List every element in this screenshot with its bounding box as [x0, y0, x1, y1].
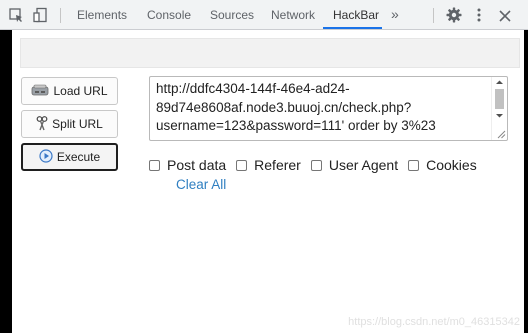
- url-line: 89d74e8608af.node3.buuoj.cn/check.php?: [156, 99, 412, 115]
- tab-console[interactable]: Console: [147, 0, 191, 30]
- execute-icon: [39, 148, 53, 166]
- scroll-up-arrow-icon: [496, 80, 503, 84]
- load-url-icon: [31, 84, 49, 99]
- active-tab-indicator: [323, 27, 382, 29]
- split-url-icon: [36, 115, 48, 134]
- url-text: http://ddfc4304-144f-46e4-ad24- 89d74e860…: [156, 80, 486, 136]
- url-line: username=123&password=111' order by 3%23: [156, 118, 436, 133]
- resize-grip-icon: [497, 130, 506, 139]
- close-icon[interactable]: [499, 9, 511, 27]
- post-data-checkbox[interactable]: [149, 159, 160, 171]
- options-row: Post data Referer User Agent Cookies: [149, 156, 487, 174]
- scroll-down-arrow-icon: [496, 114, 503, 118]
- tab-hackbar[interactable]: HackBar: [333, 0, 379, 30]
- load-url-label: Load URL: [53, 84, 108, 98]
- post-data-label[interactable]: Post data: [167, 157, 226, 173]
- hackbar-menu-strip: [20, 38, 520, 68]
- user-agent-checkbox[interactable]: [310, 159, 322, 171]
- settings-gear-icon[interactable]: [446, 7, 462, 28]
- execute-button[interactable]: Execute: [21, 143, 118, 171]
- url-line: http://ddfc4304-144f-46e4-ad24-: [156, 81, 350, 96]
- referer-label[interactable]: Referer: [254, 157, 301, 173]
- right-panel-edge: [524, 30, 528, 333]
- split-url-label: Split URL: [52, 117, 103, 131]
- more-menu-icon[interactable]: [476, 8, 482, 27]
- load-url-button[interactable]: Load URL: [21, 77, 118, 105]
- url-textarea[interactable]: http://ddfc4304-144f-46e4-ad24- 89d74e860…: [149, 76, 508, 141]
- cookies-label[interactable]: Cookies: [426, 157, 477, 173]
- user-agent-label[interactable]: User Agent: [329, 157, 398, 173]
- devtools-toolbar: Elements Console Sources Network HackBar…: [0, 0, 528, 30]
- execute-label: Execute: [56, 150, 101, 164]
- tab-network[interactable]: Network: [271, 0, 315, 30]
- watermark-text: https://blog.csdn.net/m0_46315342: [348, 316, 520, 328]
- tab-sources[interactable]: Sources: [210, 0, 254, 30]
- cookies-checkbox[interactable]: [408, 159, 420, 171]
- more-tabs-button[interactable]: »: [391, 0, 399, 30]
- url-scrollbar[interactable]: [491, 77, 507, 140]
- tab-elements[interactable]: Elements: [77, 0, 127, 30]
- left-panel-edge: [0, 30, 12, 333]
- clear-all-link[interactable]: Clear All: [176, 177, 226, 192]
- referer-checkbox[interactable]: [236, 159, 248, 171]
- device-toolbar-icon[interactable]: [33, 7, 49, 28]
- split-url-button[interactable]: Split URL: [21, 110, 118, 138]
- scroll-thumb: [495, 89, 504, 109]
- inspect-element-icon[interactable]: [9, 8, 24, 28]
